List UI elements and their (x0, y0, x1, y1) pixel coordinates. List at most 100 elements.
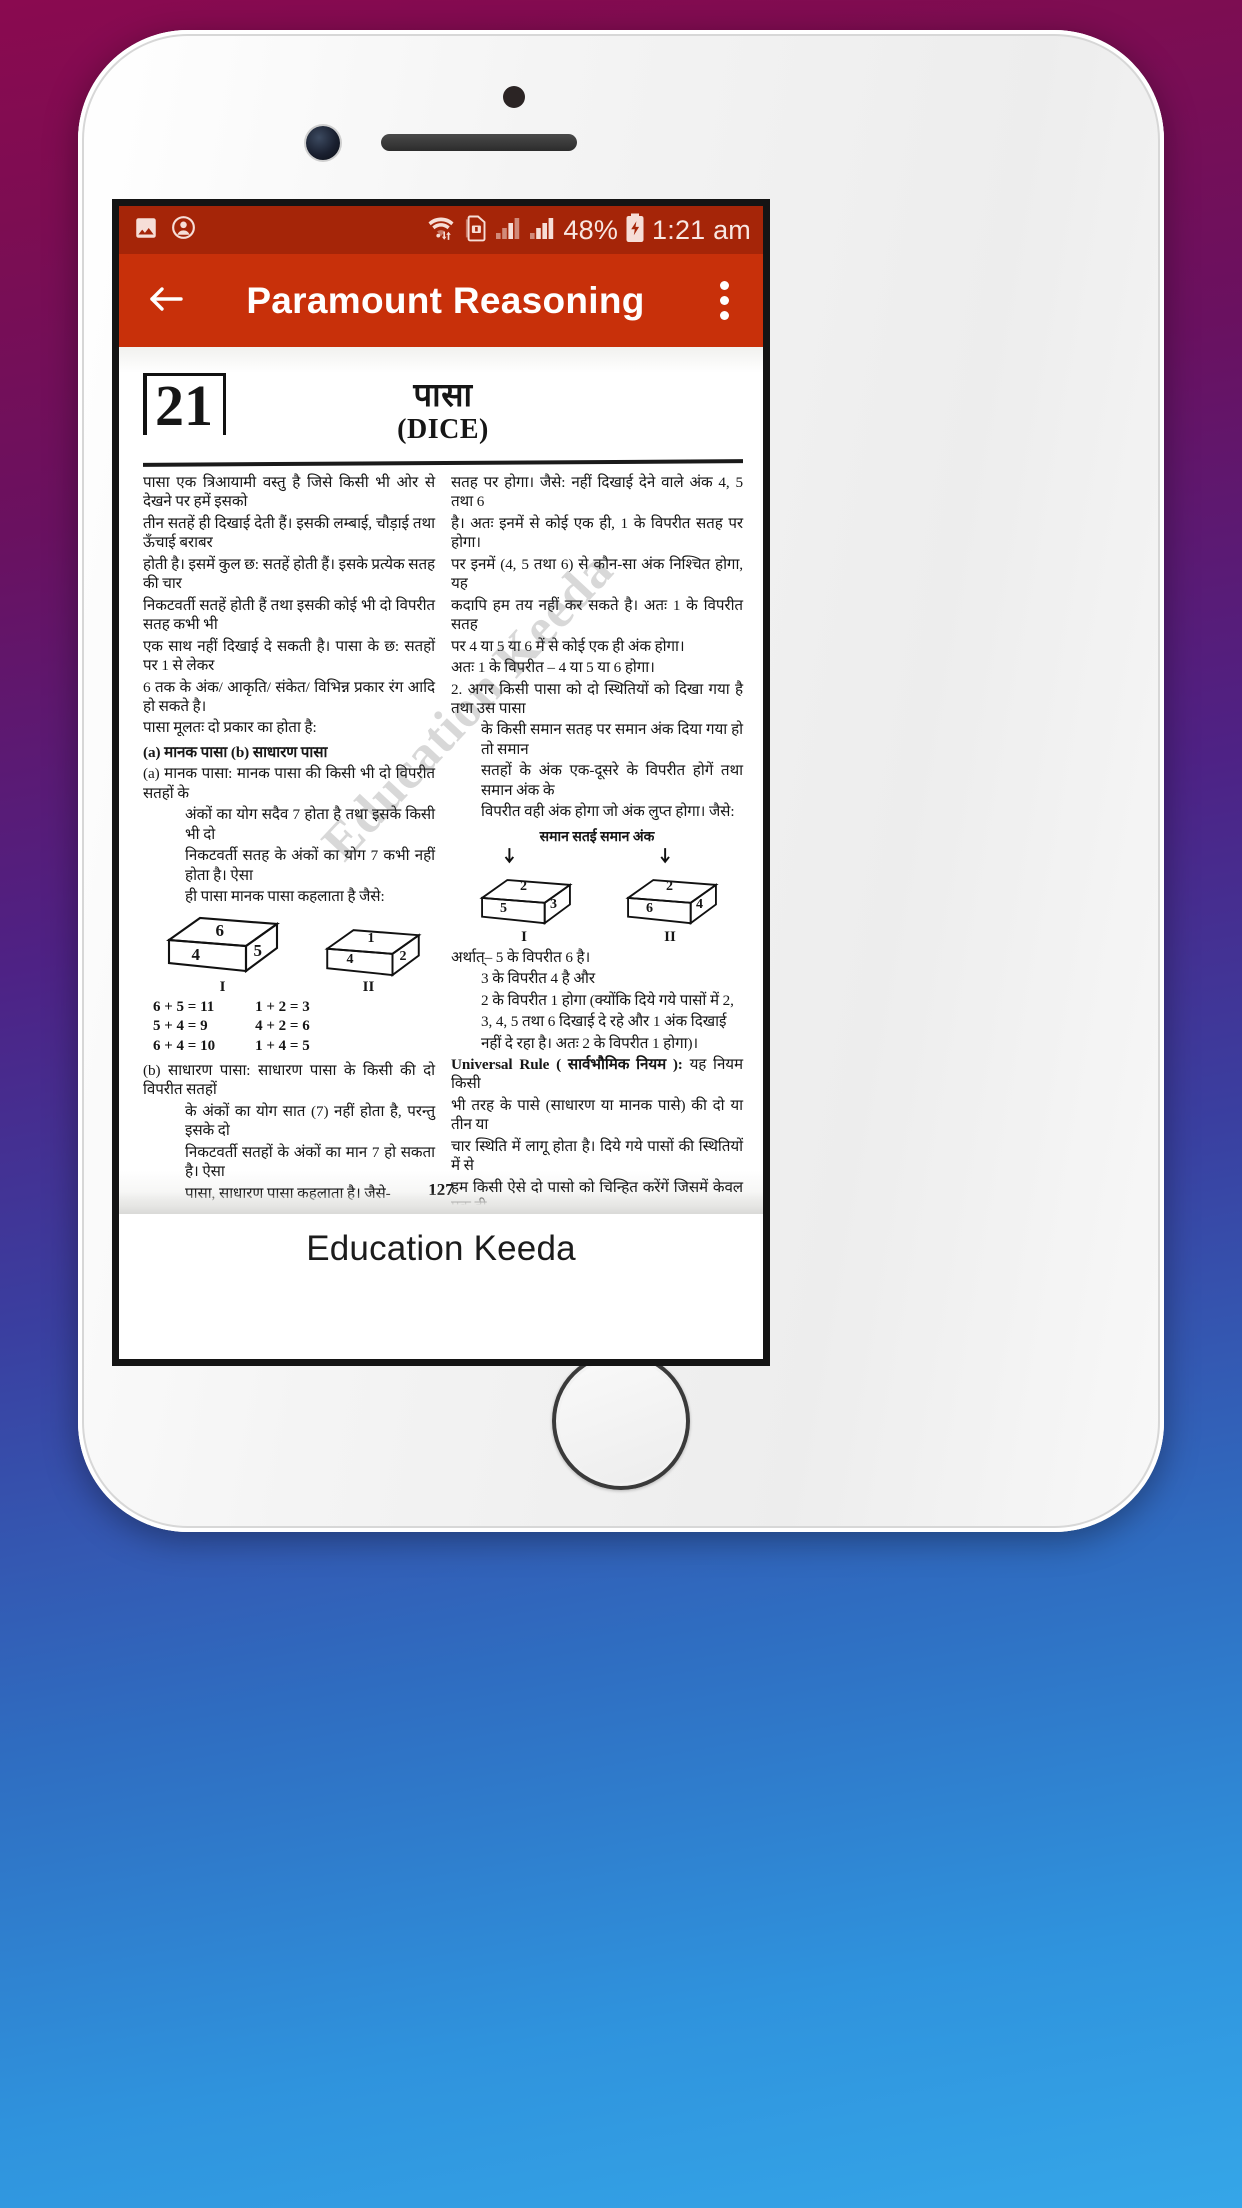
overflow-menu-button[interactable] (710, 277, 739, 324)
earpiece-speaker (381, 134, 577, 151)
dice-cuboid-icon: 6 4 5 (164, 913, 282, 977)
sum-line: 1 + 2 = 3 (255, 998, 310, 1015)
intro-line: होती है। इसमें कुल छ: सतहें होती हैं। इस… (143, 555, 435, 593)
point-2-line: विपरीत वही अंक होगा जो अंक लुप्त होगा। ज… (481, 803, 735, 821)
dice-face-top: 2 (520, 878, 527, 894)
dice-face-left: 6 (646, 900, 653, 916)
footer-brand: Education Keeda (119, 1214, 763, 1284)
note-line: अर्थात्– 5 के विपरीत 6 है। (451, 948, 591, 966)
dice-figure: 1 4 2 II (323, 925, 422, 996)
document-page: 21 पासा (DICE) पासा एक त्रिआयामी वस्तु ह… (119, 347, 763, 1214)
dice-figure-group: 6 4 5 I 1 4 2 II (143, 913, 435, 996)
left-column: पासा एक त्रिआयामी वस्तु है जिसे किसी भी … (143, 473, 435, 1214)
type-b-line: (b) साधारण पासा: साधारण पासा के किसी की … (143, 1062, 435, 1099)
app-bar: Paramount Reasoning (119, 254, 763, 347)
dice-figure: 2 5 3 I (478, 875, 573, 946)
signal-1-icon (495, 216, 522, 245)
sum-line: 1 + 4 = 5 (255, 1037, 310, 1054)
universal-rule-heading: Universal Rule (451, 1055, 550, 1073)
note-line: 2 के विपरीत 1 होगा (क्योंकि दिये गये पास… (481, 991, 734, 1009)
signal-2-icon (529, 216, 556, 245)
intro-line: एक साथ नहीं दिखाई दे सकती है। पासा के छ:… (143, 637, 435, 675)
para-line: सतह पर होगा। जैसे: नहीं दिखाई देने वाले … (451, 474, 743, 511)
intro-line: तीन सतहें ही दिखाई देती हैं। इसकी लम्बाई… (143, 514, 435, 552)
dice-sums: 6 + 5 = 11 5 + 4 = 9 6 + 4 = 10 1 + 2 = … (143, 998, 435, 1057)
dice-face-left: 4 (346, 951, 354, 967)
home-button[interactable] (552, 1352, 690, 1490)
wifi-icon (426, 215, 456, 246)
battery-charging-icon (625, 213, 645, 248)
dice-face-right: 4 (696, 896, 703, 912)
document-viewer[interactable]: 21 पासा (DICE) पासा एक त्रिआयामी वस्तु ह… (119, 347, 763, 1214)
type-a-line: अंकों का योग सदैव 7 होता है तथा इसके किस… (185, 806, 435, 843)
image-icon (133, 215, 159, 246)
document-columns: पासा एक त्रिआयामी वस्तु है जिसे किसी भी … (143, 473, 743, 1214)
phone-screen: 48% 1:21 am Paramount Reasoning 21 पासा … (112, 199, 770, 1366)
para-line: कदापि हम तय नहीं कर सकते है। अतः 1 के वि… (451, 596, 743, 634)
dice-figure-group: 2 5 3 I 2 6 4 II (451, 875, 743, 946)
dice-label: II (664, 928, 676, 945)
para-line: पर 4 या 5 या 6 में से कोई एक ही अंक होगा… (451, 637, 685, 655)
clock-label: 1:21 am (652, 214, 751, 245)
sim-card-icon (463, 214, 488, 247)
figure-caption: समान सतई समान अंक (539, 829, 655, 845)
dice-face-left: 5 (500, 900, 507, 916)
para-line: अतः 1 के विपरीत – 4 या 5 या 6 होगा। (451, 659, 655, 677)
dice-label: I (219, 978, 226, 995)
dice-face-top: 6 (215, 920, 225, 940)
dice-label: I (521, 928, 527, 945)
note-line: 3, 4, 5 तथा 6 दिखाई दे रहे और 1 अंक दिखा… (481, 1013, 727, 1031)
intro-line: 6 तक के अंक/ आकृति/ संकेत/ विभिन्न प्रका… (143, 678, 435, 715)
chapter-title-english: (DICE) (397, 413, 489, 445)
para-line: पर इनमें (4, 5 तथा 6) से कौन-सा अंक निश्… (451, 555, 743, 593)
point-2-line: 2. अगर किसी पासा को दो स्थितियों को दिखा… (451, 680, 743, 717)
right-column: सतह पर होगा। जैसे: नहीं दिखाई देने वाले … (451, 473, 743, 1214)
universal-rule-subtitle: ( सार्वभौमिक नियम ): (556, 1055, 683, 1073)
note-line: 3 के विपरीत 4 है और (481, 970, 595, 988)
battery-percent-label: 48% (563, 214, 619, 245)
dice-cuboid-icon: 2 6 4 (624, 875, 719, 927)
front-camera-icon (306, 126, 340, 160)
dice-cuboid-icon: 1 4 2 (323, 925, 422, 977)
type-a-line: (a) मानक पासा: मानक पासा की किसी भी दो व… (143, 765, 435, 802)
dice-figure: 2 6 4 II (624, 875, 719, 946)
intro-line: निकटवर्ती सतहें होती हैं तथा इसकी कोई भी… (143, 596, 435, 634)
point-2-line: के किसी समान सतह पर समान अंक दिया गया हो… (481, 721, 743, 758)
proximity-sensor-icon (503, 86, 525, 108)
sum-line: 4 + 2 = 6 (255, 1018, 310, 1035)
overflow-menu-icon (710, 277, 739, 324)
dice-face-right: 3 (550, 896, 557, 912)
dice-face-top: 1 (367, 930, 375, 946)
point-3-line: भी तरह के पासे (साधारण या मानक पासे) की … (451, 1096, 743, 1134)
dice-face-left: 4 (191, 944, 201, 964)
page-title: Paramount Reasoning (246, 279, 645, 321)
account-icon (170, 214, 197, 246)
sum-line: 5 + 4 = 9 (153, 1018, 208, 1035)
universal-rule-block: Universal Rule ( सार्वभौमिक नियम ): यह न… (451, 1055, 743, 1094)
type-b-line: के अंकों का योग सात (7) नहीं होता है, पर… (185, 1102, 435, 1140)
point-3-line: चार स्थिति में लागू होता है। दिये गये पा… (451, 1137, 743, 1175)
sum-line: 6 + 5 = 11 (153, 998, 215, 1015)
header-divider (142, 459, 744, 467)
chapter-header: 21 पासा (DICE) (143, 373, 743, 459)
screen-blank-area (119, 1284, 763, 1359)
intro-line: पासा मूलतः दो प्रकार का होता है: (143, 719, 317, 737)
dice-label: II (362, 978, 375, 995)
arrow-pointers-icon (504, 847, 670, 864)
intro-line: पासा एक त्रिआयामी वस्तु है जिसे किसी भी … (143, 474, 435, 511)
para-line: है। अतः इनमें से कोई एक ही, 1 के विपरीत … (451, 514, 743, 552)
page-edge-shadow (119, 1192, 763, 1214)
status-bar: 48% 1:21 am (119, 206, 763, 254)
dice-figure: 6 4 5 I (164, 913, 282, 996)
dice-types-line: (a) मानक पासा (b) साधारण पासा (143, 743, 328, 761)
dice-face-right: 5 (253, 940, 263, 960)
note-line: नहीं दे रहा है। अतः 2 के विपरीत 1 होगा)। (481, 1034, 699, 1052)
type-a-line: निकटवर्ती सतह के अंकों का योग 7 कभी नहीं… (185, 847, 435, 884)
type-a-line: ही पासा मानक पासा कहलाता है जैसे: (185, 888, 385, 906)
dice-cuboid-icon: 2 5 3 (478, 875, 573, 927)
sum-line: 6 + 4 = 10 (153, 1037, 216, 1054)
dice-face-top: 2 (666, 878, 673, 894)
dice-face-right: 2 (399, 948, 407, 964)
chapter-title-hindi: पासा (413, 378, 473, 414)
point-2-line: सतहों के अंक एक-दूसरे के विपरीत होगें तथ… (481, 762, 743, 799)
